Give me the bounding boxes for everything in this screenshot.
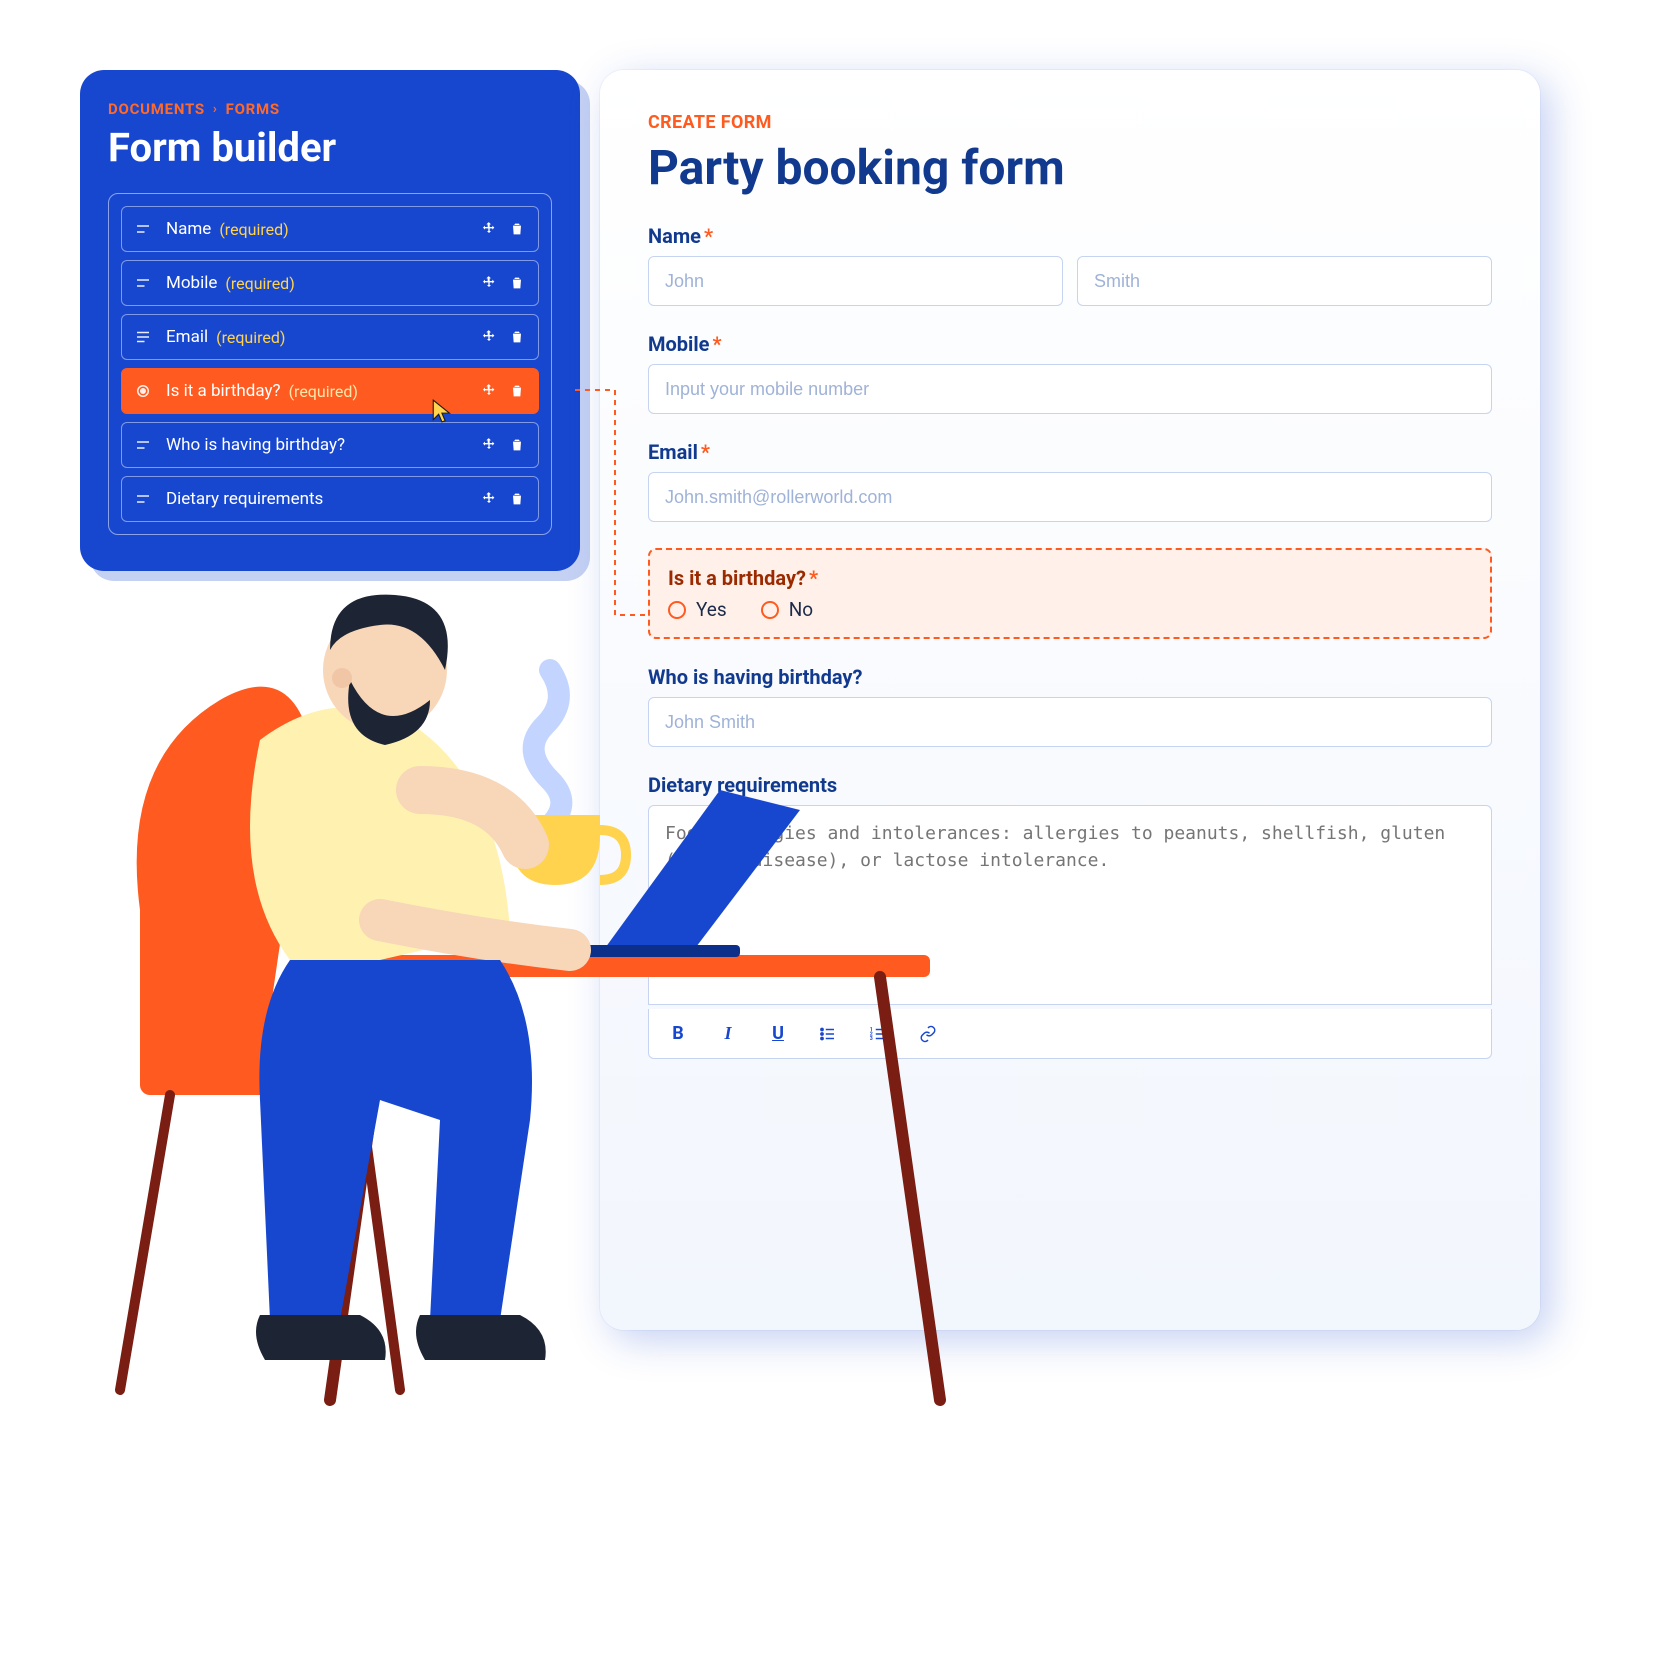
builder-item-label: Email: [166, 327, 208, 347]
eyebrow-label: CREATE FORM: [648, 112, 1492, 133]
radio-label: Yes: [696, 598, 727, 621]
required-star-icon: *: [701, 440, 710, 464]
first-name-input[interactable]: [648, 256, 1063, 306]
form-builder-panel: DOCUMENTS › FORMS Form builder Name (req…: [80, 70, 580, 571]
field-dietary: Dietary requirements B I U 123: [648, 773, 1492, 1059]
dietary-textarea[interactable]: [648, 805, 1492, 1005]
required-tag: (required): [289, 382, 358, 401]
required-tag: (required): [219, 220, 288, 239]
builder-title: Form builder: [108, 124, 552, 171]
bullet-list-button[interactable]: [817, 1025, 839, 1043]
text-field-icon: [134, 490, 152, 508]
builder-item-email[interactable]: Email (required): [121, 314, 539, 360]
text-field-icon: [134, 436, 152, 454]
breadcrumb-root[interactable]: DOCUMENTS: [108, 100, 205, 118]
field-email: Email*: [648, 440, 1492, 522]
trash-icon[interactable]: [508, 274, 526, 292]
link-button[interactable]: [917, 1025, 939, 1043]
text-field-icon: [134, 220, 152, 238]
radio-icon: [668, 601, 686, 619]
italic-button[interactable]: I: [717, 1023, 739, 1044]
text-field-icon: [134, 274, 152, 292]
chevron-right-icon: ›: [213, 102, 218, 117]
mobile-input[interactable]: [648, 364, 1492, 414]
builder-item-name[interactable]: Name (required): [121, 206, 539, 252]
radio-icon: [761, 601, 779, 619]
trash-icon[interactable]: [508, 328, 526, 346]
move-icon[interactable]: [480, 436, 498, 454]
field-birthday-highlighted: Is it a birthday?* Yes No: [648, 548, 1492, 639]
trash-icon[interactable]: [508, 436, 526, 454]
underline-button[interactable]: U: [767, 1023, 789, 1044]
numbered-list-button[interactable]: 123: [867, 1025, 889, 1043]
required-tag: (required): [225, 274, 294, 293]
label-text: Mobile: [648, 332, 709, 356]
builder-item-label: Dietary requirements: [166, 489, 323, 509]
trash-icon[interactable]: [508, 382, 526, 400]
multiline-field-icon: [134, 328, 152, 346]
svg-text:3: 3: [870, 1036, 873, 1042]
required-star-icon: *: [809, 566, 818, 590]
move-icon[interactable]: [480, 328, 498, 346]
builder-item-dietary[interactable]: Dietary requirements: [121, 476, 539, 522]
dietary-label: Dietary requirements: [648, 773, 1492, 797]
required-star-icon: *: [712, 332, 721, 356]
label-text: Name: [648, 224, 701, 248]
last-name-input[interactable]: [1077, 256, 1492, 306]
field-mobile: Mobile*: [648, 332, 1492, 414]
bold-button[interactable]: B: [667, 1023, 689, 1044]
builder-fields-list: Name (required) Mobile (required): [108, 193, 552, 535]
builder-item-label: Is it a birthday?: [166, 381, 281, 401]
field-who: Who is having birthday?: [648, 665, 1492, 747]
breadcrumb[interactable]: DOCUMENTS › FORMS: [108, 100, 552, 118]
move-icon[interactable]: [480, 490, 498, 508]
form-title: Party booking form: [648, 139, 1492, 196]
radio-label: No: [789, 598, 813, 621]
radio-yes[interactable]: Yes: [668, 598, 727, 621]
mobile-label: Mobile*: [648, 332, 1492, 356]
form-preview-panel: CREATE FORM Party booking form Name* Mob…: [600, 70, 1540, 1330]
birthday-label: Is it a birthday?*: [668, 566, 1472, 590]
email-label: Email*: [648, 440, 1492, 464]
move-icon[interactable]: [480, 220, 498, 238]
move-icon[interactable]: [480, 382, 498, 400]
who-label: Who is having birthday?: [648, 665, 1492, 689]
builder-item-label: Mobile: [166, 273, 217, 293]
breadcrumb-leaf[interactable]: FORMS: [226, 100, 280, 118]
builder-item-label: Who is having birthday?: [166, 435, 345, 455]
radio-no[interactable]: No: [761, 598, 813, 621]
trash-icon[interactable]: [508, 220, 526, 238]
rte-toolbar: B I U 123: [648, 1009, 1492, 1059]
move-icon[interactable]: [480, 274, 498, 292]
builder-item-who[interactable]: Who is having birthday?: [121, 422, 539, 468]
radio-field-icon: [134, 382, 152, 400]
label-text: Email: [648, 440, 698, 464]
field-name: Name*: [648, 224, 1492, 306]
email-input[interactable]: [648, 472, 1492, 522]
builder-item-birthday[interactable]: Is it a birthday? (required): [121, 368, 539, 414]
trash-icon[interactable]: [508, 490, 526, 508]
builder-item-label: Name: [166, 219, 211, 239]
label-text: Is it a birthday?: [668, 566, 806, 590]
required-tag: (required): [216, 328, 285, 347]
required-star-icon: *: [704, 224, 713, 248]
builder-item-mobile[interactable]: Mobile (required): [121, 260, 539, 306]
name-label: Name*: [648, 224, 1492, 248]
who-input[interactable]: [648, 697, 1492, 747]
